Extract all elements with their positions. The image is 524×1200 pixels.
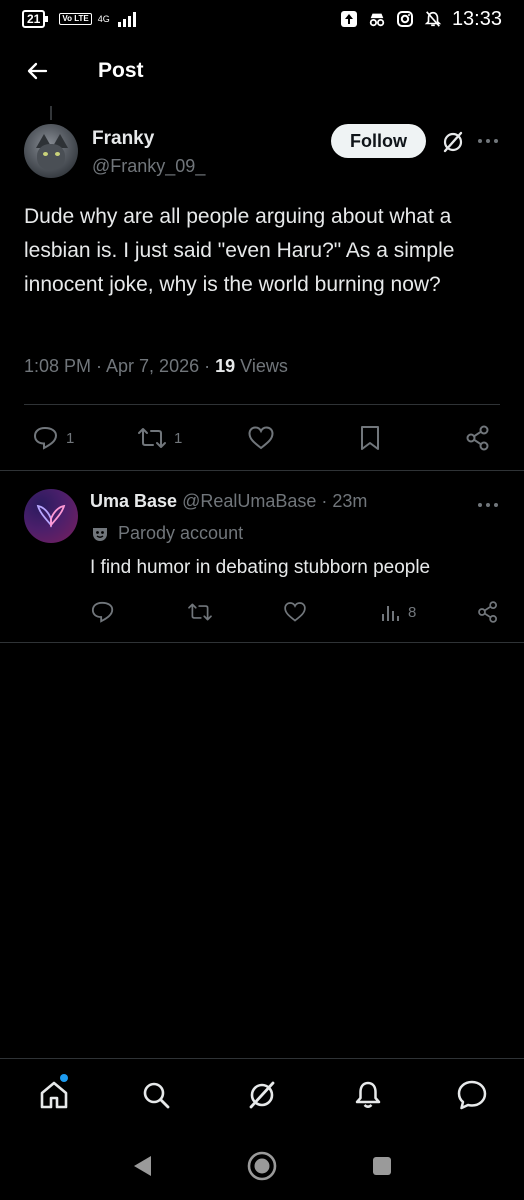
reply-button[interactable]: 1: [32, 422, 74, 454]
nav-home[interactable]: [36, 1077, 72, 1113]
reply-time: · 23m: [316, 491, 368, 511]
nav-grok[interactable]: [244, 1077, 280, 1113]
reply-count: 1: [66, 429, 75, 447]
instagram-icon: [396, 10, 414, 28]
parody-account-label: Parody account: [90, 523, 243, 544]
system-home-icon[interactable]: [246, 1150, 278, 1182]
status-time: 13:33: [451, 7, 502, 30]
parody-label-text: Parody account: [118, 523, 244, 543]
upload-icon: [340, 10, 358, 28]
notification-dot: [60, 1074, 68, 1082]
heart-icon: [248, 426, 274, 450]
repost-icon: [138, 428, 166, 448]
author-name[interactable]: Franky: [92, 128, 154, 150]
follow-button[interactable]: Follow: [331, 124, 426, 158]
share-button[interactable]: [476, 599, 500, 625]
repost-button[interactable]: 1: [136, 422, 182, 454]
reply-header: Uma Base @RealUmaBase · 23m: [90, 491, 367, 512]
top-app-bar: Post: [0, 38, 524, 104]
theater-mask-icon: [93, 527, 107, 541]
battery-indicator: 21: [22, 10, 49, 28]
thread-line: [50, 106, 52, 120]
system-navigation-bar: [0, 1136, 524, 1200]
avatar[interactable]: [24, 124, 78, 178]
avatar[interactable]: [24, 489, 78, 543]
post-metadata: 1:08 PM · Apr 7, 2026 · 19 Views: [24, 356, 288, 377]
like-button[interactable]: [282, 599, 308, 625]
bell-icon: [355, 1081, 381, 1108]
grok-icon: [249, 1081, 275, 1109]
reply-text: I find humor in debating stubborn people: [90, 557, 431, 578]
nav-search[interactable]: [138, 1077, 174, 1113]
repost-button[interactable]: [186, 599, 214, 625]
views-label: Views: [235, 356, 288, 376]
views-count: 19: [215, 356, 236, 376]
back-arrow-icon[interactable]: [24, 58, 50, 84]
post-timestamp: 1:08 PM · Apr 7, 2026 ·: [24, 356, 216, 376]
share-icon: [466, 425, 489, 451]
message-icon: [457, 1080, 487, 1110]
analytics-icon: [382, 606, 399, 621]
search-icon: [143, 1082, 170, 1109]
mute-bell-icon: [424, 10, 442, 28]
system-back-icon[interactable]: [126, 1150, 158, 1182]
more-options-icon[interactable]: [476, 129, 500, 153]
bookmark-icon: [361, 426, 379, 450]
heart-icon: [284, 602, 306, 622]
more-options-icon[interactable]: [476, 493, 500, 517]
volte-badge: Vo LTE: [59, 13, 92, 25]
incognito-icon: [368, 10, 386, 28]
like-button[interactable]: [246, 422, 276, 454]
home-icon: [40, 1081, 68, 1109]
reply-post[interactable]: Uma Base @RealUmaBase · 23m Parody accou…: [0, 471, 524, 642]
nav-messages[interactable]: [454, 1077, 490, 1113]
reply-views-count: 8: [408, 603, 417, 621]
reply-action-bar: 8: [90, 599, 500, 625]
share-button[interactable]: [464, 422, 492, 454]
repost-count: 1: [174, 429, 183, 447]
share-icon: [478, 601, 497, 623]
nav-notifications[interactable]: [350, 1077, 386, 1113]
bottom-navigation: [0, 1058, 524, 1136]
post-text: Dude why are all people arguing about wh…: [24, 205, 455, 296]
signal-icon: [117, 11, 136, 27]
post-action-bar: 1 1: [24, 422, 500, 454]
reply-author-handle[interactable]: @RealUmaBase: [182, 491, 316, 511]
reply-button[interactable]: [90, 599, 116, 625]
repost-icon: [188, 603, 212, 621]
reply-icon: [33, 426, 58, 450]
grok-icon[interactable]: [440, 129, 466, 155]
views-button[interactable]: 8: [380, 599, 416, 625]
page-title: Post: [98, 59, 144, 82]
post-author-row: Franky @Franky_09_ Follow: [24, 124, 500, 182]
reply-author-name[interactable]: Uma Base: [90, 491, 177, 511]
divider: [24, 404, 500, 405]
reply-icon: [91, 601, 114, 623]
system-recents-icon[interactable]: [366, 1150, 398, 1182]
bookmark-button[interactable]: [358, 422, 382, 454]
butterfly-logo-icon: [36, 504, 66, 528]
divider: [0, 642, 524, 643]
author-handle[interactable]: @Franky_09_: [92, 156, 205, 177]
network-type: 4G: [97, 13, 110, 24]
status-bar: 21 Vo LTE 4G 13:33: [0, 0, 524, 38]
